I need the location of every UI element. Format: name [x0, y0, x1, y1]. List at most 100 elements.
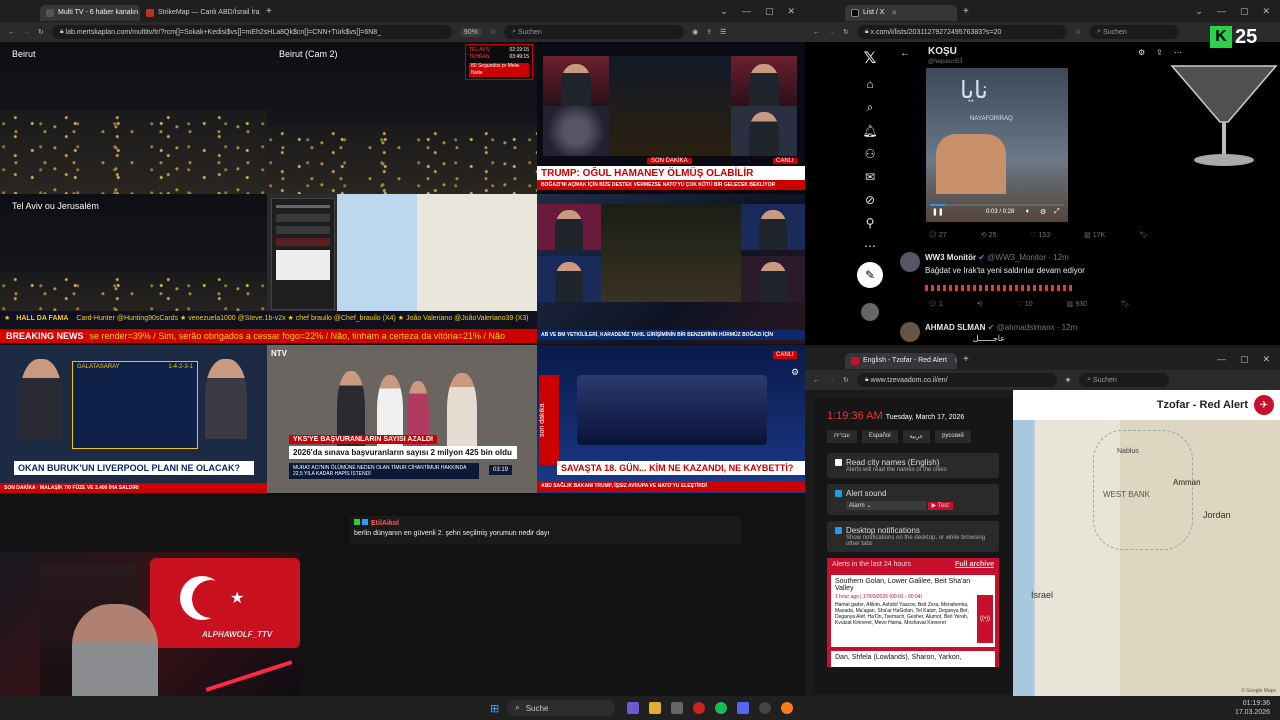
- obs-icon[interactable]: [759, 702, 772, 714]
- url-field[interactable]: 🔒︎ x.com/i/lists/2031127927249576383?s=2…: [856, 25, 1067, 39]
- new-tab-icon[interactable]: +: [963, 6, 969, 17]
- bookmark-icon[interactable]: 🔖︎: [1139, 231, 1148, 241]
- home-icon[interactable]: ⌂: [866, 77, 873, 91]
- minimize-icon[interactable]: —: [742, 6, 751, 16]
- calculator-icon[interactable]: [671, 702, 684, 714]
- share-icon[interactable]: ⇪: [1156, 48, 1163, 57]
- profile-icon[interactable]: ⚲: [866, 216, 875, 230]
- reply-button[interactable]: 💬︎ 27: [928, 231, 947, 241]
- tweet-video[interactable]: نايا NAYAFORIRAQ ❚❚ 0:03 / 0:28 🔈︎ ⚙ ⤢: [926, 68, 1068, 222]
- tv-a-haber[interactable]: son dakika CANLI ⚙ SAVAŞTA 18. GÜN... Kİ…: [537, 345, 805, 493]
- like-button[interactable]: ♡ 10: [1017, 300, 1033, 310]
- lang-russian-button[interactable]: русский: [935, 430, 971, 443]
- more-icon[interactable]: ⋯: [864, 239, 876, 253]
- tab-list-chevron-icon[interactable]: ⌄: [1195, 6, 1203, 17]
- tweet-ahmad[interactable]: AHMAD SLMAN ✔ @ahmadslmanx · 12m عاجــــ…: [925, 323, 1175, 343]
- alert-sound-checkbox[interactable]: [835, 490, 842, 498]
- alert-item[interactable]: Southern Golan, Lower Galilee, Beit Sha'…: [831, 575, 995, 647]
- alarm-select[interactable]: Alarm ⌄: [846, 501, 926, 510]
- strikemap-panel[interactable]: [267, 194, 537, 314]
- list-settings-icon[interactable]: ⚙: [1138, 48, 1145, 57]
- cam-beirut-2[interactable]: Beirut (Cam 2) TEL AVIV 02:19:15 TEHRAN …: [267, 42, 537, 194]
- minimize-icon[interactable]: —: [1217, 6, 1226, 16]
- explore-icon[interactable]: ⌕: [867, 100, 874, 115]
- reload-icon[interactable]: ↻: [843, 28, 849, 36]
- maximize-icon[interactable]: ▢: [1240, 354, 1249, 365]
- extensions-icon[interactable]: ⇪: [706, 28, 712, 36]
- forward-arrow-icon[interactable]: →: [828, 377, 835, 384]
- tab-strikemap[interactable]: StrikeMap — Canlı ABD/İsrail İra ✕: [140, 5, 260, 21]
- menu-icon[interactable]: ☰: [720, 28, 726, 36]
- bookmark-star-icon[interactable]: ☆: [490, 28, 496, 36]
- tab-x-list[interactable]: List / X ✕: [845, 4, 957, 21]
- maximize-icon[interactable]: ▢: [1240, 6, 1249, 17]
- back-arrow-icon[interactable]: ←: [8, 29, 15, 36]
- views-button[interactable]: ▥ 930: [1067, 300, 1087, 310]
- account-icon[interactable]: ◉: [692, 28, 698, 36]
- close-window-icon[interactable]: ✕: [1262, 6, 1270, 17]
- new-tab-icon[interactable]: +: [266, 6, 272, 17]
- video-progress[interactable]: [930, 204, 1064, 206]
- messages-icon[interactable]: ✉: [865, 170, 875, 184]
- compose-post-icon[interactable]: ✎: [857, 262, 883, 288]
- avatar[interactable]: [900, 252, 920, 272]
- taskbar-clock[interactable]: 01:19:36 17.03.2026: [1235, 699, 1270, 717]
- read-city-checkbox[interactable]: [835, 459, 842, 467]
- notifications-icon[interactable]: 🔔︎: [862, 124, 877, 138]
- opera-icon[interactable]: [693, 702, 706, 714]
- repost-button[interactable]: ⟲ 25: [981, 231, 997, 241]
- tab-tzofar[interactable]: English - Tzofar - Red Alert ✕: [845, 352, 957, 369]
- lang-hebrew-button[interactable]: עברית: [827, 430, 857, 443]
- search-input[interactable]: ⌕ Suchen: [1089, 25, 1180, 39]
- desktop-notif-checkbox[interactable]: [835, 527, 842, 535]
- volume-icon[interactable]: 🔈︎: [1026, 208, 1030, 216]
- forward-arrow-icon[interactable]: →: [828, 29, 835, 36]
- full-archive-link[interactable]: Full archive: [955, 561, 994, 568]
- cam-beirut[interactable]: Beirut: [0, 42, 267, 194]
- close-tab-icon[interactable]: ✕: [954, 357, 957, 365]
- grok-icon[interactable]: ⊘: [865, 193, 875, 207]
- tv-sport[interactable]: GALATASARAY 1-4-2-3-1 OKAN BURUK'UN LIVER…: [0, 345, 267, 493]
- tab-multitv[interactable]: Multi TV - 6 haber kanalın ✕: [40, 4, 140, 21]
- bookmark-icon[interactable]: 🔖︎: [1121, 300, 1130, 310]
- forward-arrow-icon[interactable]: →: [23, 29, 30, 36]
- bookmark-star-icon[interactable]: ★: [1065, 376, 1071, 384]
- maximize-icon[interactable]: ▢: [765, 6, 774, 17]
- close-tab-icon[interactable]: ✕: [891, 9, 897, 17]
- reload-icon[interactable]: ↻: [38, 28, 44, 36]
- search-input[interactable]: ⌕ Suchen: [1079, 373, 1170, 387]
- alert-map[interactable]: Tzofar - Red Alert ✈ Nablus Amman WEST B…: [1013, 390, 1280, 696]
- windows-start-icon[interactable]: ⊞: [490, 702, 499, 715]
- cam-telaviv[interactable]: Tel Aviv ou Jerusalém: [0, 194, 267, 324]
- firefox-icon[interactable]: [781, 702, 794, 714]
- alert-item[interactable]: Dan, Shfela (Lowlands), Sharon, Yarkon,: [831, 651, 995, 667]
- tweet-author[interactable]: AHMAD SLMAN: [925, 323, 985, 332]
- search-input[interactable]: ⌕ Suchen: [504, 25, 685, 39]
- close-window-icon[interactable]: ✕: [1262, 354, 1270, 365]
- follow-icon[interactable]: ⚇: [865, 147, 876, 161]
- copilot-icon[interactable]: [627, 702, 640, 714]
- lang-spanish-button[interactable]: Español: [861, 430, 898, 443]
- pause-icon[interactable]: ❚❚: [932, 208, 944, 216]
- minimize-icon[interactable]: —: [1217, 354, 1226, 364]
- back-arrow-icon[interactable]: ←: [813, 29, 820, 36]
- tv-cnnturk[interactable]: SON DAKİKA CANLI TRUMP: OĞUL HAMANEY ÖLM…: [537, 42, 805, 194]
- reply-button[interactable]: 💬︎ 1: [928, 300, 943, 310]
- gear-icon[interactable]: ⚙: [791, 367, 799, 378]
- fullscreen-icon[interactable]: ⤢: [1054, 208, 1060, 216]
- new-tab-icon[interactable]: +: [963, 354, 969, 365]
- views-button[interactable]: ▥ 17K: [1084, 231, 1105, 241]
- bookmark-star-icon[interactable]: ☆: [1075, 28, 1081, 36]
- test-sound-button[interactable]: ▶ Test: [927, 502, 953, 510]
- lang-arabic-button[interactable]: عربية: [902, 430, 931, 443]
- avatar[interactable]: [861, 303, 879, 321]
- zoom-badge[interactable]: 90%: [459, 27, 482, 37]
- file-explorer-icon[interactable]: [649, 702, 662, 714]
- url-field[interactable]: 🔒︎ www.tzevaadom.co.il/en/: [856, 373, 1057, 387]
- discord-icon[interactable]: [737, 702, 750, 714]
- reload-icon[interactable]: ↻: [843, 376, 849, 384]
- settings-icon[interactable]: ⚙: [1040, 208, 1046, 216]
- more-icon[interactable]: ⋯: [1174, 48, 1182, 57]
- like-button[interactable]: ♡ 153: [1030, 231, 1050, 241]
- tab-list-chevron-icon[interactable]: ⌄: [720, 6, 728, 17]
